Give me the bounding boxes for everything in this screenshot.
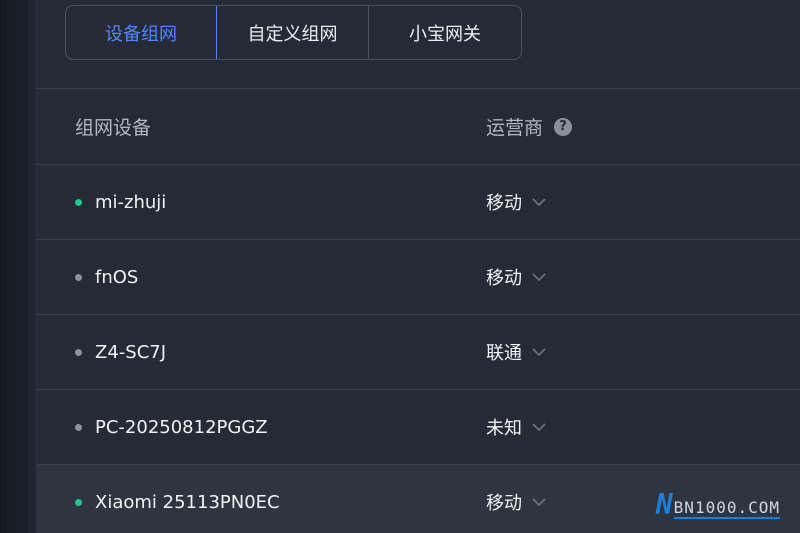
carrier-select[interactable]: 移动 (486, 465, 546, 533)
status-dot-icon (75, 498, 82, 506)
tab-bar: 设备组网 自定义组网 小宝网关 (65, 5, 522, 60)
table-row[interactable]: PC-20250812PGGZ 未知 (37, 389, 800, 464)
table-header: 组网设备 运营商 ? (37, 88, 800, 164)
question-circle-icon[interactable]: ? (554, 117, 573, 136)
carrier-value: 移动 (486, 193, 522, 214)
device-cell: PC-20250812PGGZ (75, 390, 268, 464)
left-sidebar-edge (0, 0, 37, 533)
carrier-select[interactable]: 移动 (486, 240, 546, 314)
header-device-label: 组网设备 (75, 117, 152, 139)
watermark-n: N (655, 488, 673, 521)
chevron-down-icon[interactable] (532, 497, 546, 507)
device-name: PC-20250812PGGZ (95, 416, 268, 438)
table-row[interactable]: Z4-SC7J 联通 (37, 314, 800, 389)
status-dot-icon (75, 423, 82, 431)
watermark-text: BN1000.COM (673, 498, 780, 519)
table-row[interactable]: mi-zhuji 移动 (37, 164, 800, 239)
device-name: fnOS (95, 266, 139, 288)
device-name: Z4-SC7J (95, 341, 167, 363)
table-row[interactable]: fnOS 移动 (37, 239, 800, 314)
chevron-down-icon[interactable] (532, 272, 546, 282)
carrier-select[interactable]: 移动 (486, 165, 546, 239)
header-carrier-label: 运营商 (486, 117, 544, 139)
status-dot-icon (75, 198, 82, 206)
tab-xiaobao-gateway[interactable]: 小宝网关 (369, 6, 521, 59)
carrier-value: 未知 (486, 418, 522, 439)
status-dot-icon (75, 348, 82, 356)
status-dot-icon (75, 273, 82, 281)
chevron-down-icon[interactable] (532, 347, 546, 357)
carrier-value: 联通 (486, 343, 522, 364)
device-name: Xiaomi 25113PN0EC (95, 491, 280, 513)
device-network-panel: 设备组网 自定义组网 小宝网关 组网设备 运营商 ? mi-zhuji 移动 f… (37, 0, 800, 533)
chevron-down-icon[interactable] (532, 197, 546, 207)
chevron-down-icon[interactable] (532, 422, 546, 432)
carrier-select[interactable]: 联通 (486, 315, 546, 389)
device-cell: Z4-SC7J (75, 315, 166, 389)
header-device: 组网设备 (75, 89, 151, 164)
carrier-value: 移动 (486, 493, 522, 514)
watermark-logo: N BN1000.COM (656, 491, 780, 519)
device-cell: Xiaomi 25113PN0EC (75, 465, 280, 533)
header-carrier: 运营商 ? (486, 89, 573, 164)
device-cell: fnOS (75, 240, 138, 314)
device-name: mi-zhuji (95, 191, 167, 213)
tab-device-network[interactable]: 设备组网 (66, 6, 217, 59)
device-table: 组网设备 运营商 ? mi-zhuji 移动 fnOS 移动 Z4-SC7J 联… (37, 88, 800, 533)
carrier-select[interactable]: 未知 (486, 390, 546, 464)
tab-custom-network[interactable]: 自定义组网 (217, 6, 369, 59)
device-cell: mi-zhuji (75, 165, 166, 239)
carrier-value: 移动 (486, 268, 522, 289)
